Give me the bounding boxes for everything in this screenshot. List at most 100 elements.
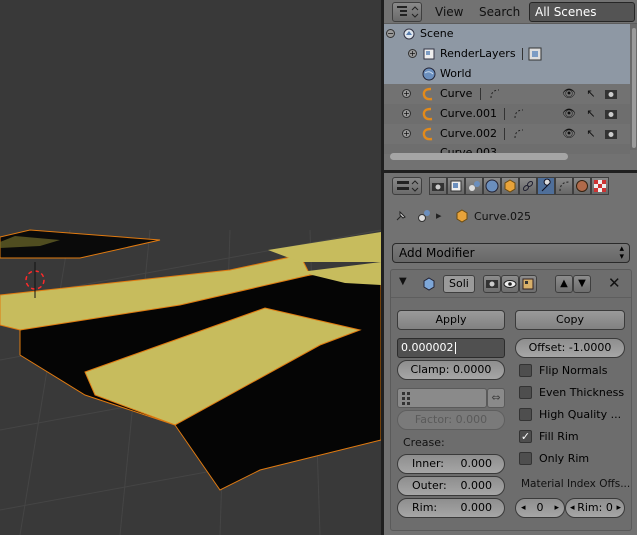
- clamp-field[interactable]: Clamp: 0.0000: [397, 360, 505, 380]
- cursor-select-icon[interactable]: ↖: [584, 127, 598, 141]
- material-index-offset-field[interactable]: ◂ 0 ▸: [515, 498, 565, 518]
- texture-checker-icon: [594, 180, 606, 192]
- checkmark-icon: ✓: [520, 430, 531, 443]
- outliner-label[interactable]: Curve.002: [440, 127, 497, 140]
- outliner-header: View Search All Scenes: [384, 0, 637, 24]
- world-icon: [485, 179, 499, 193]
- camera-render-icon[interactable]: [604, 127, 618, 141]
- decrement-arrow-icon[interactable]: ◂: [521, 499, 526, 517]
- rim-value: 0.000: [460, 501, 493, 514]
- close-icon[interactable]: ✕: [608, 274, 621, 292]
- editor-type-button[interactable]: [392, 2, 422, 22]
- right-editors: View Search All Scenes − Scene + RenderL…: [384, 0, 637, 535]
- modifier-name-field[interactable]: Soli: [443, 275, 475, 293]
- only-rim-checkbox[interactable]: [519, 452, 532, 465]
- mesh-face-right-upper: [268, 232, 381, 262]
- breadcrumb-object[interactable]: Curve.025: [474, 210, 531, 223]
- decrement-arrow-icon[interactable]: ◂: [570, 499, 575, 517]
- crease-outer-field[interactable]: Outer: 0.000: [397, 476, 505, 496]
- fill-rim-label: Fill Rim: [539, 430, 579, 443]
- curve-icon: [422, 87, 433, 101]
- flip-normals-checkbox[interactable]: [519, 364, 532, 377]
- mat-rim-value: 0: [605, 501, 613, 514]
- vertex-group-field[interactable]: [397, 388, 487, 408]
- tab-world[interactable]: [483, 177, 501, 195]
- outliner-label[interactable]: Curve.001: [440, 107, 497, 120]
- camera-render-icon[interactable]: [604, 87, 618, 101]
- expand-icon[interactable]: +: [402, 129, 411, 138]
- viewport-canvas[interactable]: [0, 0, 381, 535]
- expand-icon[interactable]: +: [408, 49, 417, 58]
- tab-render-layers[interactable]: [447, 177, 465, 195]
- outliner-row-renderlayers[interactable]: + RenderLayers: [384, 44, 630, 64]
- tab-modifiers[interactable]: [537, 177, 555, 195]
- collapse-triangle-icon[interactable]: ▼: [399, 276, 407, 287]
- editor-type-button[interactable]: [392, 177, 422, 195]
- cursor-select-icon[interactable]: ↖: [584, 87, 598, 101]
- add-modifier-dropdown[interactable]: Add Modifier ▴ ▾: [392, 243, 630, 263]
- chain-link-icon: [522, 180, 534, 192]
- collapse-icon[interactable]: −: [386, 29, 395, 38]
- editmode-toggle[interactable]: [519, 275, 537, 293]
- cursor-select-icon[interactable]: ↖: [584, 107, 598, 121]
- viewport-toggle[interactable]: [501, 275, 519, 293]
- expand-icon[interactable]: +: [402, 89, 411, 98]
- clamp-value: 0.0000: [452, 363, 492, 376]
- tab-object[interactable]: [501, 177, 519, 195]
- outliner-label[interactable]: Scene: [420, 27, 454, 40]
- menu-view[interactable]: View: [435, 5, 463, 19]
- outliner-label[interactable]: Curve: [440, 87, 472, 100]
- fill-rim-checkbox[interactable]: ✓: [519, 430, 532, 443]
- inner-value: 0.000: [460, 457, 493, 470]
- tab-data[interactable]: [555, 177, 573, 195]
- outliner-row-scene[interactable]: − Scene: [384, 24, 630, 44]
- outliner-scroll-thumb[interactable]: [632, 28, 636, 148]
- camera-render-icon[interactable]: [604, 107, 618, 121]
- material-rim-offset-field[interactable]: ◂ Rim: 0 ▸: [565, 498, 625, 518]
- outliner-row-curve-002[interactable]: + Curve.002 👁 ↖: [384, 124, 630, 144]
- crease-rim-field[interactable]: Rim: 0.000: [397, 498, 505, 518]
- curve-data-icon: [490, 89, 500, 99]
- outliner-label[interactable]: RenderLayers: [440, 47, 516, 60]
- increment-arrow-icon[interactable]: ▸: [616, 499, 621, 517]
- eye-icon[interactable]: 👁: [562, 127, 576, 141]
- increment-arrow-icon[interactable]: ▸: [554, 499, 559, 517]
- eye-icon[interactable]: 👁: [562, 87, 576, 101]
- tab-scene[interactable]: [465, 177, 483, 195]
- tab-material[interactable]: [573, 177, 591, 195]
- offset-field[interactable]: Offset: -1.0000: [515, 338, 625, 358]
- render-toggle[interactable]: [483, 275, 501, 293]
- even-thickness-checkbox[interactable]: [519, 386, 532, 399]
- high-quality-normals-checkbox[interactable]: [519, 408, 532, 421]
- rim-label: Rim:: [412, 501, 438, 514]
- invert-vertex-group-button[interactable]: ⇔: [487, 388, 505, 408]
- move-up-button[interactable]: ▲: [555, 275, 573, 293]
- thickness-value: 0.000002: [401, 341, 454, 354]
- solidify-icon: [423, 277, 435, 291]
- thickness-input[interactable]: 0.000002: [397, 338, 505, 358]
- scene-icon: [418, 210, 430, 222]
- crease-inner-field[interactable]: Inner: 0.000: [397, 454, 505, 474]
- copy-button[interactable]: Copy: [515, 310, 625, 330]
- add-modifier-label: Add Modifier: [399, 246, 475, 260]
- pin-icon[interactable]: [394, 209, 408, 223]
- outliner-label[interactable]: World: [440, 67, 472, 80]
- factor-field: Factor: 0.000: [397, 410, 505, 430]
- 3d-viewport[interactable]: [0, 0, 381, 535]
- outliner-row-curve-001[interactable]: + Curve.001 👁 ↖: [384, 104, 630, 124]
- display-mode-select[interactable]: All Scenes: [529, 2, 635, 22]
- tab-constraints[interactable]: [519, 177, 537, 195]
- clamp-label: Clamp:: [410, 363, 450, 376]
- tab-texture[interactable]: [591, 177, 609, 195]
- factor-label: Factor:: [414, 413, 453, 426]
- eye-icon[interactable]: 👁: [562, 107, 576, 121]
- menu-search[interactable]: Search: [479, 5, 520, 19]
- outliner-row-curve[interactable]: + Curve 👁 ↖: [384, 84, 630, 104]
- apply-button[interactable]: Apply: [397, 310, 505, 330]
- properties-editor: ▸ Curve.025 Add Modifier ▴ ▾ ▼ Soli ▲ ▼ ✕…: [384, 173, 637, 535]
- move-down-button[interactable]: ▼: [573, 275, 591, 293]
- tab-render[interactable]: [429, 177, 447, 195]
- outliner-row-world[interactable]: World: [384, 64, 630, 84]
- expand-icon[interactable]: +: [402, 109, 411, 118]
- outliner-horizontal-scrollbar[interactable]: [390, 153, 568, 160]
